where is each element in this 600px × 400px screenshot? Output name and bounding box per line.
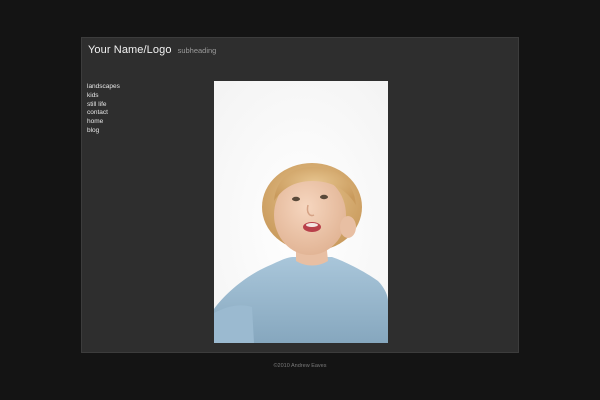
nav-item-kids[interactable]: kids bbox=[87, 92, 120, 101]
nav-item-still-life[interactable]: still life bbox=[87, 101, 120, 110]
nav-item-home[interactable]: home bbox=[87, 118, 120, 127]
site-logo[interactable]: Your Name/Logo bbox=[88, 44, 172, 56]
site-header: Your Name/Logo subheading bbox=[88, 44, 216, 56]
nav-item-blog[interactable]: blog bbox=[87, 127, 120, 136]
site-subheading: subheading bbox=[177, 46, 217, 55]
footer-copyright: ©2010 Andrew Eaves bbox=[273, 363, 327, 369]
nav-item-landscapes[interactable]: landscapes bbox=[87, 83, 120, 92]
page: Your Name/Logo subheading landscapes kid… bbox=[0, 0, 600, 400]
featured-photo bbox=[214, 81, 388, 343]
content-panel: Your Name/Logo subheading landscapes kid… bbox=[81, 37, 519, 353]
nav-item-contact[interactable]: contact bbox=[87, 109, 120, 118]
child-portrait-image bbox=[214, 81, 388, 343]
main-nav: landscapes kids still life contact home … bbox=[87, 83, 120, 136]
